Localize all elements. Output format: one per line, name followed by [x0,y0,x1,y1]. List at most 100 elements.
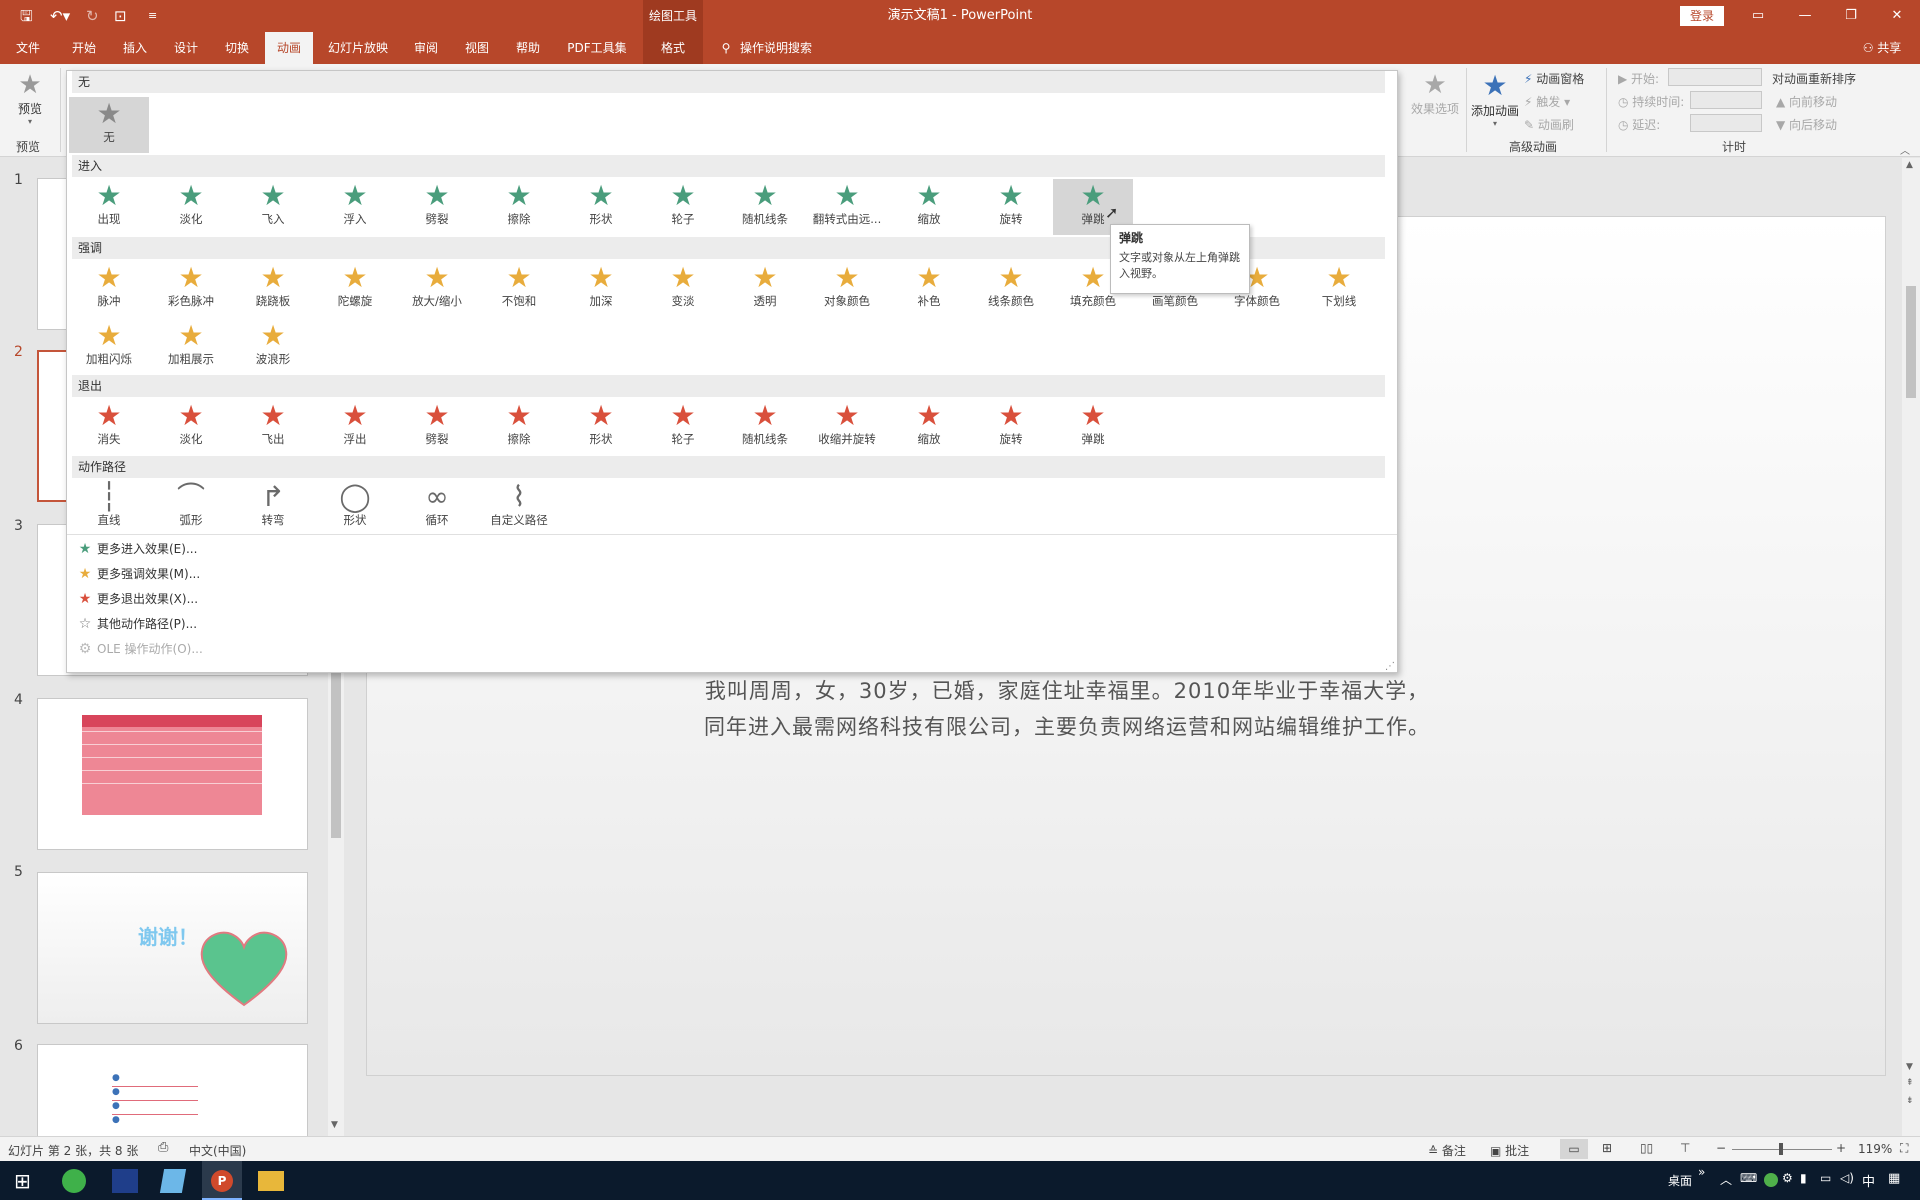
app-360-icon[interactable] [62,1169,86,1193]
entrance-effect-item[interactable]: ★ 形状 [561,179,641,235]
emphasis-effect-item[interactable]: ★ 变淡 [643,261,723,317]
customize-qat-icon[interactable]: ≡ [148,6,157,26]
emphasis-effect-item[interactable]: ★ 脉冲 [69,261,149,317]
slide-thumbnail-6[interactable]: ● ● ● ● [37,1044,308,1138]
normal-view-icon[interactable]: ▭ [1560,1139,1588,1159]
fit-to-window-icon[interactable]: ⛶ [1900,1141,1908,1156]
motion-path-item[interactable]: ◯ 形状 [315,480,395,536]
trigger-button[interactable]: ⚡ 触发 ▾ [1524,93,1570,110]
emphasis-effect-item[interactable]: ★ 对象颜色 [807,261,887,317]
slideshow-icon[interactable]: ⊤ [1680,1141,1690,1155]
tab-animations[interactable]: 动画 [265,32,313,64]
move-earlier-button[interactable]: ▲ 向前移动 [1776,93,1837,110]
tray-green-icon[interactable] [1764,1173,1778,1187]
duration-spinner[interactable] [1690,91,1762,109]
tray-bar-icon[interactable]: ▮ [1800,1171,1807,1185]
effect-none[interactable]: ★ 无 [69,97,149,153]
exit-effect-item[interactable]: ★ 飞出 [233,399,313,455]
previous-slide-icon[interactable]: ⇞ [1906,1078,1914,1088]
slide-text[interactable]: 我叫周周，女，30岁，已婚，家庭住址幸福里。2010年毕业于幸福大学， 同年进入… [467,673,1667,745]
language-indicator[interactable]: 中文(中国) [189,1142,246,1159]
exit-effect-item[interactable]: ★ 轮子 [643,399,723,455]
close-button[interactable]: ✕ [1874,0,1920,32]
exit-effect-item[interactable]: ★ 淡化 [151,399,231,455]
exit-effect-item[interactable]: ★ 形状 [561,399,641,455]
animation-pane-button[interactable]: ⚡ 动画窗格 [1524,70,1584,87]
delay-spinner[interactable] [1690,114,1762,132]
scroll-up-icon[interactable]: ▲ [1906,160,1913,170]
emphasis-effect-item[interactable]: ★ 加粗展示 [151,319,231,375]
motion-path-item[interactable]: ↱ 转弯 [233,480,313,536]
exit-effect-item[interactable]: ★ 劈裂 [397,399,477,455]
exit-effect-item[interactable]: ★ 擦除 [479,399,559,455]
more-emphasis-effects[interactable]: ★ 更多强调效果(M)... [73,562,200,586]
tab-transitions[interactable]: 切换 [215,32,259,64]
exit-effect-item[interactable]: ★ 随机线条 [725,399,805,455]
undo-icon[interactable]: ↶▾ [50,6,70,26]
move-later-button[interactable]: ▼ 向后移动 [1776,116,1837,133]
entrance-effect-item[interactable]: ★ 劈裂 [397,179,477,235]
exit-effect-item[interactable]: ★ 缩放 [889,399,969,455]
slide-thumbnail-4[interactable] [37,698,308,850]
chevron-up-icon[interactable]: ︿ [1720,1171,1732,1188]
share-button[interactable]: ⚇ 共享 [1850,32,1914,64]
emphasis-effect-item[interactable]: ★ 不饱和 [479,261,559,317]
exit-effect-item[interactable]: ★ 浮出 [315,399,395,455]
entrance-effect-item[interactable]: ★ 翻转式由远... [807,179,887,235]
animation-painter-button[interactable]: ✎ 动画刷 [1524,116,1574,133]
more-motion-paths[interactable]: ☆ 其他动作路径(P)... [73,612,197,636]
canvas-scrollbar[interactable]: ▲ ▼ ⇞ ⇟ [1902,158,1920,1136]
app-blue-icon[interactable] [112,1169,138,1193]
emphasis-effect-item[interactable]: ★ 加深 [561,261,641,317]
ribbon-display-icon[interactable]: ▭ [1735,0,1781,32]
emphasis-effect-item[interactable]: ★ 跷跷板 [233,261,313,317]
minimize-button[interactable]: — [1782,0,1828,32]
tell-me-search[interactable]: 操作说明搜索 [740,32,840,64]
emphasis-effect-item[interactable]: ★ 补色 [889,261,969,317]
entrance-effect-item[interactable]: ★ 擦除 [479,179,559,235]
exit-effect-item[interactable]: ★ 消失 [69,399,149,455]
restore-button[interactable]: ❐ [1828,0,1874,32]
scroll-down-icon[interactable]: ▼ [331,1120,338,1130]
app-notebook-icon[interactable] [159,1169,187,1193]
volume-icon[interactable]: ◁) [1840,1171,1854,1185]
next-slide-icon[interactable]: ⇟ [1906,1096,1914,1106]
scroll-down-icon[interactable]: ▼ [1906,1062,1913,1072]
tab-slideshow[interactable]: 幻灯片放映 [320,32,396,64]
slide-thumbnail-5[interactable]: 谢谢！ [37,872,308,1024]
exit-effect-item[interactable]: ★ 弹跳 [1053,399,1133,455]
emphasis-effect-item[interactable]: ★ 彩色脉冲 [151,261,231,317]
tray-icon[interactable]: ⌨ [1740,1171,1757,1185]
emphasis-effect-item[interactable]: ★ 陀螺旋 [315,261,395,317]
desktop-toolbar[interactable]: 桌面 [1668,1172,1692,1189]
file-explorer-icon[interactable] [258,1171,284,1191]
windows-start-icon[interactable]: ⊞ [14,1169,31,1193]
add-animation-button[interactable]: ★ 添加动画 ▾ [1470,70,1520,140]
zoom-slider-thumb[interactable] [1779,1143,1783,1155]
reading-view-icon[interactable]: ▯▯ [1640,1141,1653,1155]
tab-file[interactable]: 文件 [6,32,50,64]
entrance-effect-item[interactable]: ★ 缩放 [889,179,969,235]
motion-path-item[interactable]: ⌒ 弧形 [151,480,231,536]
ime-indicator[interactable]: 中 [1862,1171,1875,1190]
login-button[interactable]: 登录 [1680,6,1724,26]
emphasis-effect-item[interactable]: ★ 线条颜色 [971,261,1051,317]
preview-button[interactable]: ★ 预览 ▾ [10,70,50,130]
scrollbar-thumb[interactable] [1906,286,1916,398]
zoom-level[interactable]: 119% [1858,1142,1892,1156]
zoom-in-button[interactable]: + [1836,1141,1846,1155]
start-dropdown[interactable] [1668,68,1762,86]
tray-app-icon[interactable]: ⚙ [1782,1171,1793,1185]
tab-insert[interactable]: 插入 [113,32,157,64]
slide-sorter-icon[interactable]: ⊞ [1602,1141,1612,1155]
emphasis-effect-item[interactable]: ★ 透明 [725,261,805,317]
resize-grip-icon[interactable]: ⋰ [1385,661,1395,672]
powerpoint-taskbar-button[interactable]: P [202,1161,242,1200]
emphasis-effect-item[interactable]: ★ 波浪形 [233,319,313,375]
entrance-effect-item[interactable]: ★ 淡化 [151,179,231,235]
collapse-ribbon-icon[interactable]: ︿ [1900,142,1910,157]
motion-path-item[interactable]: ⌇ 自定义路径 [479,480,559,536]
tab-help[interactable]: 帮助 [506,32,550,64]
entrance-effect-item[interactable]: ★ 出现 [69,179,149,235]
effect-options-button[interactable]: ★ 效果选项 [1405,70,1465,130]
